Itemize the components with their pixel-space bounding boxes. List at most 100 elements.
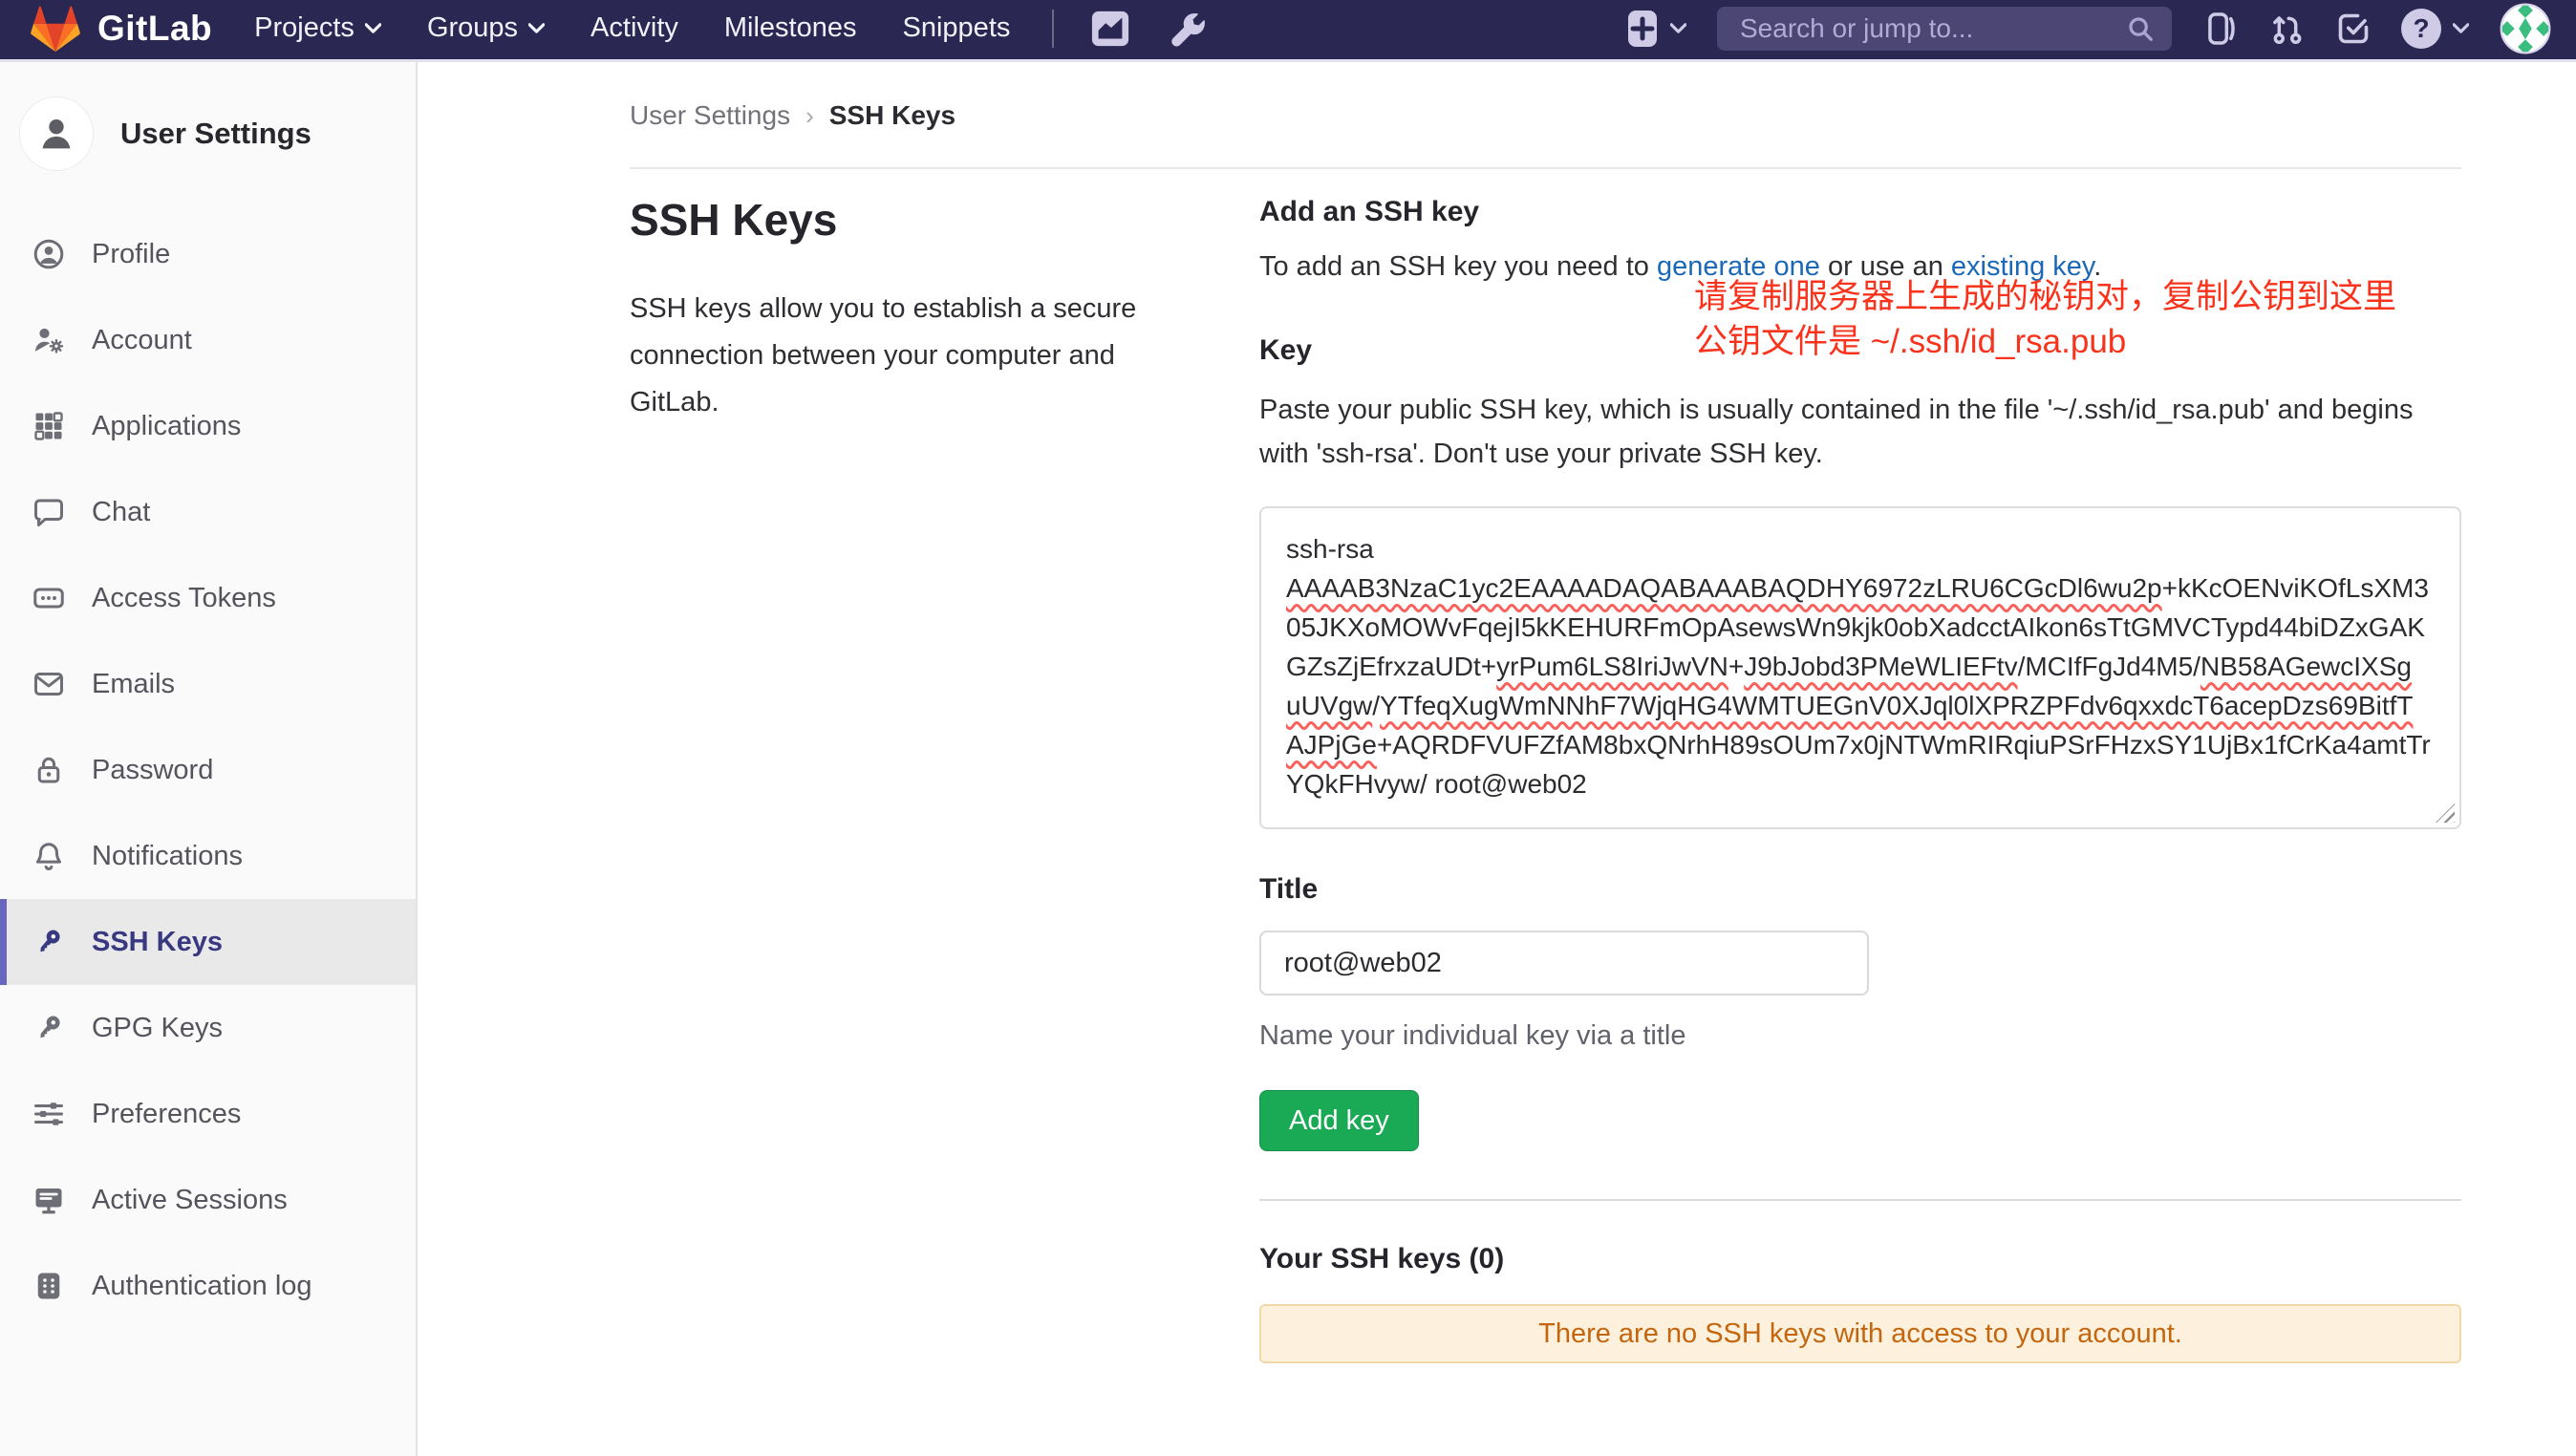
sidebar-item-label: Active Sessions: [92, 1185, 288, 1216]
sidebar-item-chat[interactable]: Chat: [0, 469, 416, 555]
breadcrumb: User Settings › SSH Keys: [630, 96, 2461, 135]
key-text-line: GZsZjEfrxzaUDt+yrPum6LS8IriJwVN+J9bJobd3…: [1286, 647, 2435, 686]
wrench-icon[interactable]: [1169, 10, 1207, 48]
search-icon: [2126, 14, 2155, 43]
sidebar-item-profile[interactable]: Profile: [0, 211, 416, 297]
user-gear-icon: [31, 322, 67, 358]
breadcrumb-user-settings[interactable]: User Settings: [630, 96, 790, 135]
key-text-line: 05JKXoMOWvFqejI5kKEHURFmOpAsewsWn9kjk0ob…: [1286, 608, 2435, 647]
breadcrumb-ssh-keys[interactable]: SSH Keys: [829, 96, 955, 135]
breadcrumb-separator: ›: [805, 96, 814, 135]
help-icon: ?: [2401, 9, 2441, 49]
chevron-down-icon: [1670, 23, 1686, 33]
navbar-right: ?: [1626, 3, 2551, 54]
key-icon: [31, 924, 67, 960]
key-textarea[interactable]: ssh-rsaAAAAB3NzaC1yc2EAAAADAQABAAABAQDHY…: [1259, 506, 2461, 829]
settings-sidebar: User Settings Profile Account Applications…: [0, 62, 418, 1456]
sidebar-item-ssh-keys[interactable]: SSH Keys: [0, 899, 416, 985]
sidebar-item-emails[interactable]: Emails: [0, 641, 416, 727]
nav-link-projects[interactable]: Projects: [254, 12, 381, 44]
sidebar-item-label: Applications: [92, 411, 241, 442]
new-menu-button[interactable]: [1626, 9, 1686, 49]
red-annotation-line1: 请复制服务器上生成的秘钥对，复制公钥到这里: [1694, 274, 2396, 319]
nav-link-activity[interactable]: Activity: [590, 12, 678, 44]
sidebar-item-label: Chat: [92, 497, 150, 528]
section-divider: [1259, 1199, 2461, 1201]
sidebar-item-authentication-log[interactable]: Authentication log: [0, 1243, 416, 1329]
sidebar-header: User Settings: [0, 87, 416, 211]
add-ssh-key-heading: Add an SSH key: [1259, 196, 2461, 228]
sidebar-items: Profile Account Applications Chat Access Tok…: [0, 211, 416, 1329]
global-search[interactable]: [1717, 7, 2172, 51]
key-icon: [31, 1010, 67, 1046]
gitlab-wordmark: GitLab: [97, 9, 212, 49]
sidebar-item-applications[interactable]: Applications: [0, 383, 416, 469]
ssh-key-form-column: Add an SSH key To add an SSH key you nee…: [1259, 194, 2461, 1363]
sidebar-item-label: Emails: [92, 669, 175, 700]
search-input[interactable]: [1738, 12, 2113, 45]
title-field-label: Title: [1259, 873, 2461, 906]
top-navbar: GitLab Projects Groups Activity Milestones S…: [0, 0, 2576, 62]
envelope-icon: [31, 666, 67, 702]
add-key-button[interactable]: Add key: [1259, 1090, 1419, 1151]
grid-icon: [31, 408, 67, 444]
key-text-line: ssh-rsa: [1286, 529, 2435, 568]
page-description: SSH keys allow you to establish a secure…: [630, 286, 1165, 426]
sidebar-item-preferences[interactable]: Preferences: [0, 1071, 416, 1157]
key-text-line: AJPjGe+AQRDFVUFZfAM8bxQNrhH89sOUm7x0jNTW…: [1286, 725, 2435, 764]
main-content: User Settings › SSH Keys SSH Keys SSH ke…: [418, 62, 2576, 1456]
chevron-down-icon: [365, 23, 381, 33]
empty-keys-warning: There are no SSH keys with access to you…: [1259, 1304, 2461, 1363]
sidebar-item-password[interactable]: Password: [0, 727, 416, 813]
lock-icon: [31, 752, 67, 788]
red-annotation: 请复制服务器上生成的秘钥对，复制公钥到这里 公钥文件是 ~/.ssh/id_rs…: [1694, 274, 2396, 364]
title-input[interactable]: [1259, 931, 1869, 996]
sidebar-item-label: Authentication log: [92, 1271, 312, 1302]
help-menu-button[interactable]: ?: [2401, 9, 2469, 49]
navbar-divider: [1052, 10, 1054, 48]
key-text-line: AAAAB3NzaC1yc2EAAAADAQABAAABAQDHY6972zLR…: [1286, 568, 2435, 608]
issues-icon[interactable]: [2202, 10, 2239, 48]
user-avatar[interactable]: [2500, 3, 2551, 54]
key-text-line: YQkFHvyw/ root@web02: [1286, 764, 2435, 803]
nav-link-milestones[interactable]: Milestones: [724, 12, 857, 44]
sidebar-item-label: Preferences: [92, 1099, 241, 1130]
nav-link-groups[interactable]: Groups: [427, 12, 545, 44]
merge-requests-icon[interactable]: [2269, 10, 2306, 48]
gitlab-logo[interactable]: GitLab: [29, 4, 212, 54]
chevron-down-icon: [528, 23, 545, 33]
title-field-help: Name your individual key via a title: [1259, 1020, 2461, 1052]
sidebar-item-label: Password: [92, 755, 213, 786]
sidebar-item-label: Profile: [92, 239, 170, 270]
gitlab-tanuki-icon: [29, 4, 82, 54]
nav-link-snippets[interactable]: Snippets: [903, 12, 1011, 44]
sidebar-item-gpg-keys[interactable]: GPG Keys: [0, 985, 416, 1071]
bell-icon: [31, 838, 67, 874]
monitor-icon: [31, 1182, 67, 1218]
key-text-line: uUVgw/YTfeqXugWmNNhF7WjqHG4WMTUEGnV0XJql…: [1286, 686, 2435, 725]
chart-icon[interactable]: [1090, 9, 1130, 49]
plus-icon: [1626, 9, 1659, 49]
sidebar-item-notifications[interactable]: Notifications: [0, 813, 416, 899]
navbar-links: Projects Groups Activity Milestones Snippets: [254, 12, 1010, 44]
sidebar-title: User Settings: [120, 117, 311, 151]
navbar-tools: [1090, 9, 1207, 49]
page-intro-column: SSH Keys SSH keys allow you to establish…: [630, 194, 1165, 1363]
page-title: SSH Keys: [630, 194, 1165, 246]
chevron-down-icon: [2453, 23, 2469, 33]
sidebar-item-label: Notifications: [92, 841, 243, 872]
key-field-help: Paste your public SSH key, which is usua…: [1259, 388, 2461, 476]
sidebar-item-active-sessions[interactable]: Active Sessions: [0, 1157, 416, 1243]
token-card-icon: [31, 580, 67, 616]
user-settings-avatar: [19, 96, 94, 171]
todos-icon[interactable]: [2336, 11, 2371, 46]
sliders-icon: [31, 1096, 67, 1132]
sidebar-item-account[interactable]: Account: [0, 297, 416, 383]
chat-bubble-icon: [31, 494, 67, 530]
red-annotation-line2: 公钥文件是 ~/.ssh/id_rsa.pub: [1694, 319, 2396, 364]
sidebar-item-label: SSH Keys: [92, 927, 223, 958]
sidebar-item-access-tokens[interactable]: Access Tokens: [0, 555, 416, 641]
sidebar-item-label: GPG Keys: [92, 1013, 223, 1044]
log-icon: [31, 1268, 67, 1304]
sidebar-item-label: Account: [92, 325, 192, 356]
